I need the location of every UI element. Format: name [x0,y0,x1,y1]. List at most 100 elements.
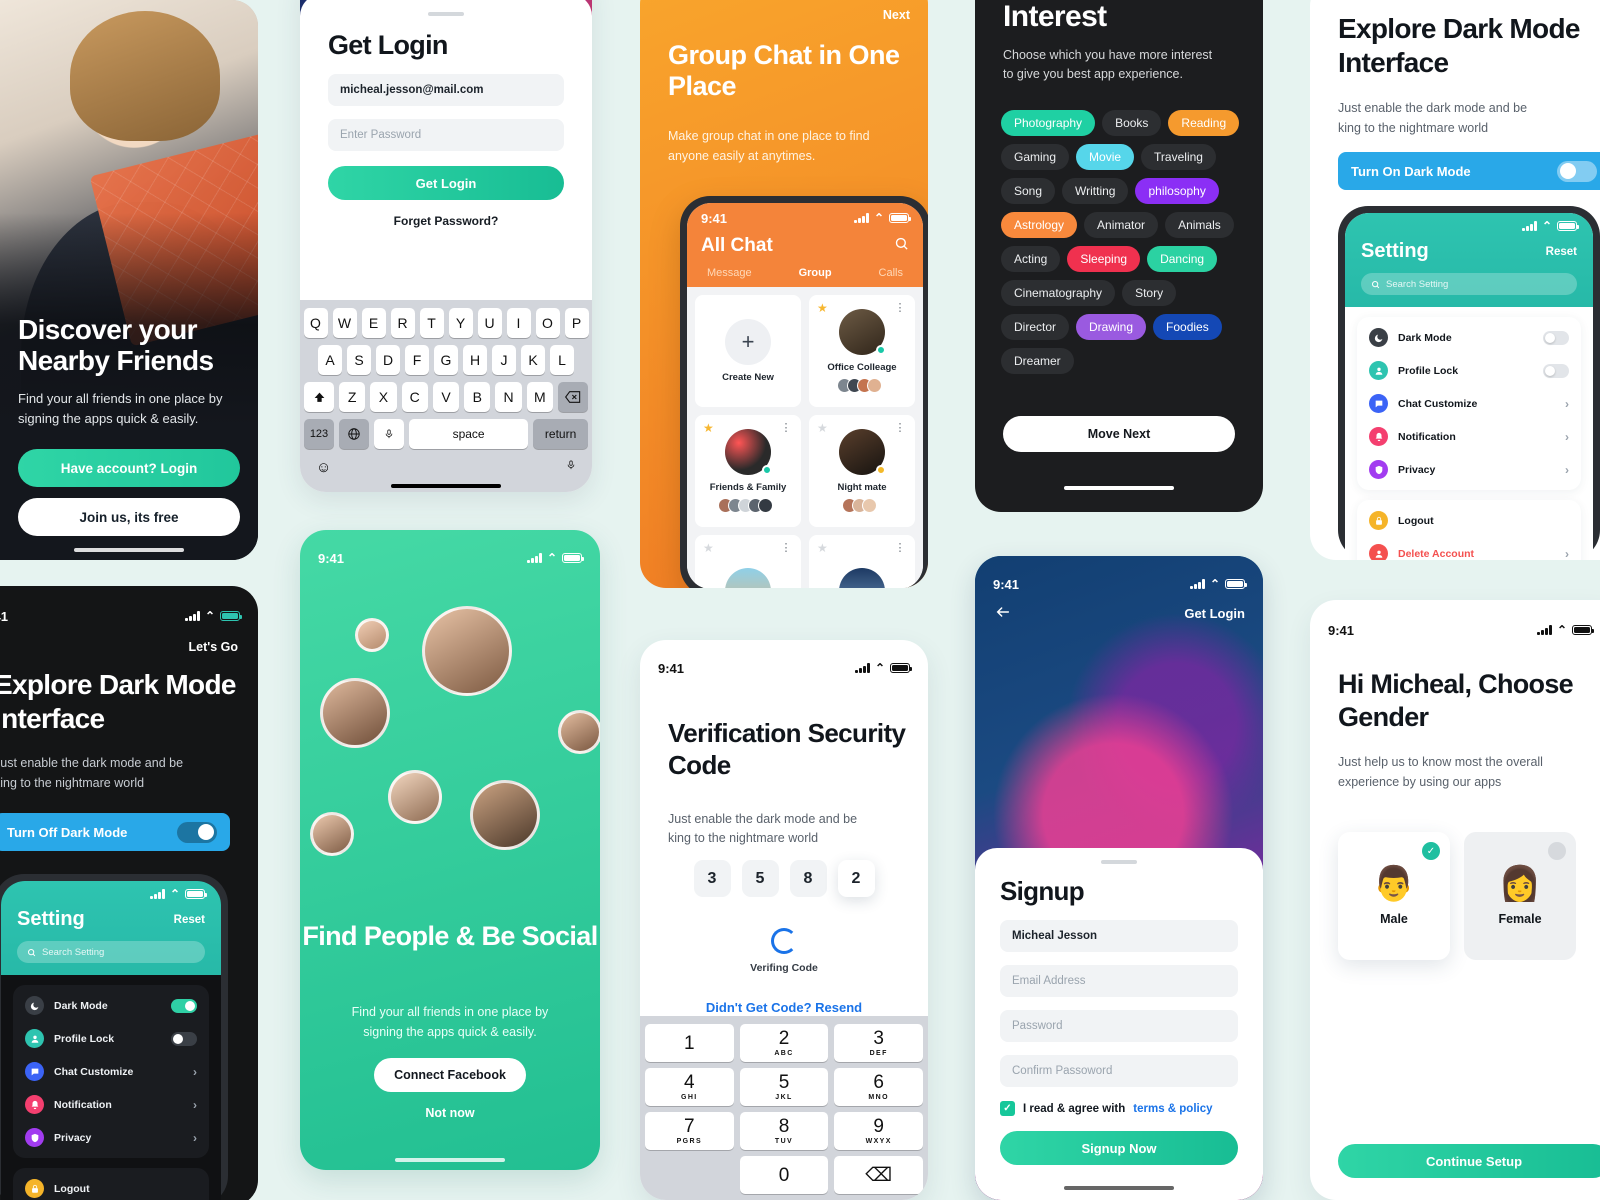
interest-tag[interactable]: Acting [1001,246,1061,272]
dark-mode-switch[interactable] [177,821,217,843]
key-a[interactable]: A [318,345,342,375]
setting-row-privacy[interactable]: Privacy › [1357,453,1581,486]
interest-tag[interactable]: Photography [1001,110,1096,136]
reset-button[interactable]: Reset [1546,246,1577,258]
reset-button[interactable]: Reset [174,914,205,926]
keypad-key-9[interactable]: 9 WXYX [834,1112,924,1150]
keypad-key-7[interactable]: 7 PGRS [645,1112,734,1150]
key-j[interactable]: J [492,345,516,375]
setting-row-delete-account[interactable]: Delete Account › [1357,537,1581,560]
key-y[interactable]: Y [448,308,473,338]
more-icon[interactable]: ⋮ [781,541,793,554]
key-g[interactable]: G [434,345,458,375]
interest-tag[interactable]: Dreamer [1001,348,1074,374]
connect-facebook-button[interactable]: Connect Facebook [374,1058,526,1092]
code-digit-4[interactable]: 2 [837,860,875,897]
interest-tag-list[interactable]: Photography Books Reading Gaming Movie Travel… [1001,110,1241,374]
tab-message[interactable]: Message [707,267,752,279]
search-icon[interactable] [894,236,909,256]
key-u[interactable]: U [477,308,502,338]
login-button[interactable]: Have account? Login [18,449,240,487]
terms-agreement-row[interactable]: ✓ I read & agree with terms & policy [1000,1101,1238,1116]
key-b[interactable]: B [464,382,491,412]
gender-option-female[interactable]: 👩 Female [1464,832,1576,960]
avatar[interactable] [470,780,540,850]
key-i[interactable]: I [506,308,531,338]
move-next-button[interactable]: Move Next [1003,416,1235,452]
password-field[interactable]: Password [1000,1010,1238,1042]
emoji-icon[interactable]: ☺ [316,459,331,476]
interest-tag[interactable]: Song [1001,178,1056,204]
interest-tag[interactable]: Foodies [1153,314,1222,340]
interest-tag[interactable]: Sleeping [1067,246,1141,272]
setting-row-chat-customize[interactable]: Chat Customize › [1357,387,1581,420]
keypad-key-8[interactable]: 8 TUV [739,1112,829,1150]
interest-tag[interactable]: Animator [1084,212,1159,238]
lets-go-link[interactable]: Let's Go [188,640,238,654]
setting-row-profile-lock[interactable]: Profile Lock [13,1022,209,1055]
search-setting-input[interactable]: Search Setting [1361,273,1577,295]
onscreen-keyboard[interactable]: Q W E R T Y U I O P A S D F G H J K L Z … [300,300,592,492]
chat-card[interactable]: ★ ⋮ [809,535,915,588]
key-l[interactable]: L [550,345,574,375]
keypad-key-5[interactable]: 5 JKL [739,1068,829,1106]
get-login-button[interactable]: Get Login [328,166,564,200]
setting-switch[interactable] [171,998,197,1013]
keypad-key-0[interactable]: 0 [739,1156,829,1194]
star-icon[interactable]: ★ [703,541,714,555]
avatar[interactable] [558,710,600,754]
email-field[interactable]: micheal.jesson@mail.com [328,74,564,106]
key-k[interactable]: K [521,345,545,375]
setting-switch[interactable] [1543,330,1569,345]
tab-calls[interactable]: Calls [879,267,903,279]
next-link[interactable]: Next [883,8,910,22]
setting-row-notification[interactable]: Notification › [1357,420,1581,453]
not-now-link[interactable]: Not now [300,1106,600,1120]
continue-setup-button[interactable]: Continue Setup [1338,1144,1600,1178]
setting-row-chat-customize[interactable]: Chat Customize › [13,1055,209,1088]
chat-card[interactable]: ★ ⋮ Friends & Family [695,415,801,527]
star-icon[interactable]: ★ [817,421,828,435]
numeric-keypad[interactable]: 1 2 ABC 3 DEF 4 GHI 5 JKL 6 MNO 7 PGRS 8 TUV 9 WXYX 0 ⌫ [640,1016,928,1200]
keypad-key-4[interactable]: 4 GHI [645,1068,734,1106]
chat-tabs[interactable]: Message Group Calls [701,257,909,287]
interest-tag[interactable]: Reading [1168,110,1240,136]
return-key[interactable]: return [533,419,588,449]
email-field[interactable]: Email Address [1000,965,1238,997]
key-w[interactable]: W [332,308,357,338]
chat-card[interactable]: ★ ⋮ Office Colleage [809,295,915,407]
interest-tag[interactable]: Animals [1165,212,1234,238]
get-login-link[interactable]: Get Login [1184,606,1245,621]
star-icon[interactable]: ★ [817,301,828,315]
key-s[interactable]: S [347,345,371,375]
setting-row-privacy[interactable]: Privacy › [13,1121,209,1154]
globe-icon[interactable] [339,419,369,449]
key-m[interactable]: M [526,382,553,412]
password-field[interactable]: Enter Password [328,119,564,151]
star-icon[interactable]: ★ [817,541,828,555]
setting-row-profile-lock[interactable]: Profile Lock [1357,354,1581,387]
confirm-password-field[interactable]: Confirm Passoword [1000,1055,1238,1087]
key-h[interactable]: H [463,345,487,375]
keypad-key-⌫[interactable]: ⌫ [834,1156,924,1194]
setting-row-dark-mode[interactable]: Dark Mode [1357,321,1581,354]
setting-switch[interactable] [171,1031,197,1046]
key-r[interactable]: R [390,308,415,338]
setting-row-logout[interactable]: Logout [13,1172,209,1200]
shift-key[interactable] [304,382,335,412]
setting-switch[interactable] [1543,363,1569,378]
code-digit-3[interactable]: 8 [789,860,827,897]
interest-tag[interactable]: Cinematography [1001,280,1116,306]
key-n[interactable]: N [495,382,522,412]
chat-card[interactable]: ★ ⋮ [695,535,801,588]
terms-policy-link[interactable]: terms & policy [1133,1103,1212,1115]
more-icon[interactable]: ⋮ [895,541,907,554]
dark-mode-switch[interactable] [1557,160,1597,182]
interest-tag[interactable]: Drawing [1076,314,1147,340]
create-new-card[interactable]: + Create New [695,295,801,407]
dark-mode-toggle-row[interactable]: Turn On Dark Mode [1338,152,1600,190]
avatar[interactable] [355,618,389,652]
setting-row-notification[interactable]: Notification › [13,1088,209,1121]
key-v[interactable]: V [432,382,460,412]
key-c[interactable]: C [401,382,428,412]
